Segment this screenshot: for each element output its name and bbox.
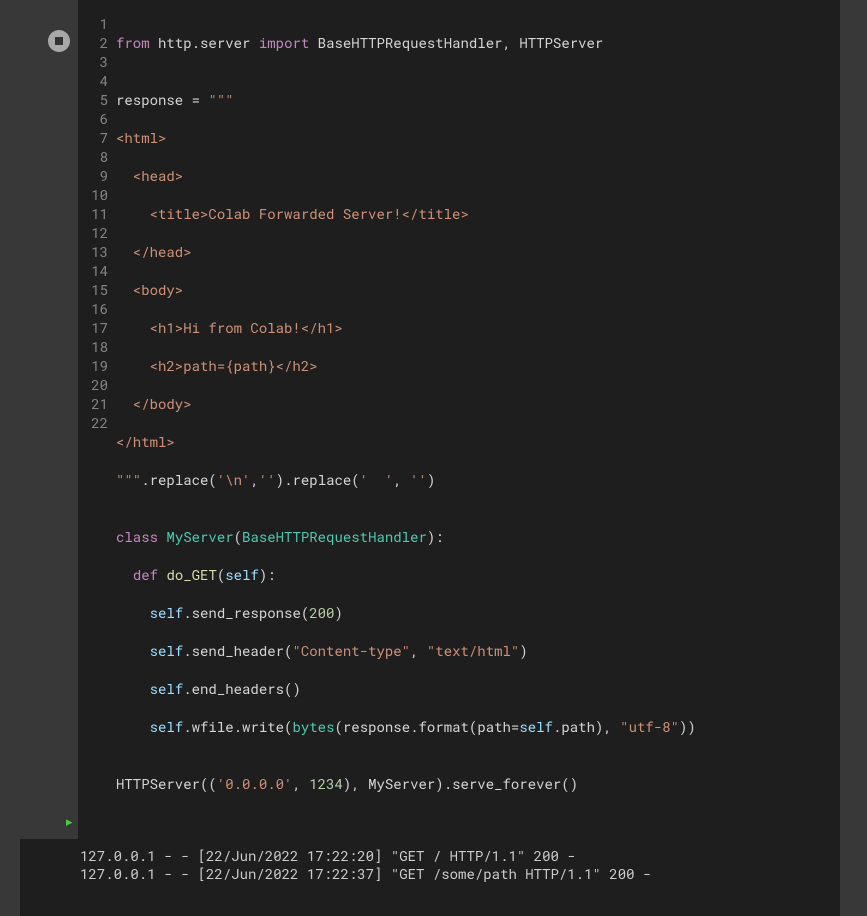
- line-number: 21: [84, 394, 108, 413]
- output-line: 127.0.0.1 - - [22/Jun/2022 17:22:37] "GE…: [80, 864, 651, 883]
- code-line: <h2>path={path}</h2>: [116, 356, 840, 375]
- code-line: </html>: [116, 432, 840, 451]
- line-number: 18: [84, 337, 108, 356]
- line-number: 17: [84, 318, 108, 337]
- code-line: response = """: [116, 90, 840, 109]
- line-number: 1: [84, 14, 108, 33]
- code-cell: ▸ 1 2 3 4 5 6 7 8 9 10 11 12 13 14 15 16…: [20, 0, 840, 916]
- line-number: 6: [84, 109, 108, 128]
- code-line: self.send_header("Content-type", "text/h…: [116, 641, 840, 660]
- line-number: 11: [84, 204, 108, 223]
- code-line: </head>: [116, 242, 840, 261]
- line-number: 14: [84, 261, 108, 280]
- output-line: 127.0.0.1 - - [22/Jun/2022 17:22:20] "GE…: [80, 846, 576, 865]
- code-content[interactable]: from http.server import BaseHTTPRequestH…: [116, 14, 840, 831]
- line-number: 13: [84, 242, 108, 261]
- code-line: class MyServer(BaseHTTPRequestHandler):: [116, 527, 840, 546]
- stop-icon: [55, 37, 63, 45]
- execution-arrow-icon: ▸: [66, 812, 73, 830]
- stop-execution-button[interactable]: [48, 30, 70, 52]
- line-number: 15: [84, 280, 108, 299]
- code-line: self.wfile.write(bytes(response.format(p…: [116, 717, 840, 736]
- cell-output: 127.0.0.1 - - [22/Jun/2022 17:22:20] "GE…: [20, 839, 840, 916]
- line-number: 2: [84, 33, 108, 52]
- cell-gutter: ▸: [20, 0, 78, 839]
- code-line: <html>: [116, 128, 840, 147]
- line-number: 5: [84, 90, 108, 109]
- line-number: 19: [84, 356, 108, 375]
- code-line: <head>: [116, 166, 840, 185]
- line-number: 20: [84, 375, 108, 394]
- line-number: 10: [84, 185, 108, 204]
- line-number: 9: [84, 166, 108, 185]
- code-line: <h1>Hi from Colab!</h1>: [116, 318, 840, 337]
- code-line: from http.server import BaseHTTPRequestH…: [116, 33, 840, 52]
- code-line: <title>Colab Forwarded Server!</title>: [116, 204, 840, 223]
- line-number: 4: [84, 71, 108, 90]
- line-number: 22: [84, 413, 108, 432]
- code-line: </body>: [116, 394, 840, 413]
- code-editor[interactable]: 1 2 3 4 5 6 7 8 9 10 11 12 13 14 15 16 1…: [78, 0, 840, 839]
- code-line: self.send_response(200): [116, 603, 840, 622]
- line-number: 12: [84, 223, 108, 242]
- line-number: 8: [84, 147, 108, 166]
- code-line: """.replace('\n','').replace(' ', ''): [116, 470, 840, 489]
- code-line: <body>: [116, 280, 840, 299]
- line-number: 16: [84, 299, 108, 318]
- line-number-gutter: 1 2 3 4 5 6 7 8 9 10 11 12 13 14 15 16 1…: [78, 14, 116, 831]
- line-number: 3: [84, 52, 108, 71]
- code-line: HTTPServer(('0.0.0.0', 1234), MyServer).…: [116, 774, 840, 793]
- code-cell-body: ▸ 1 2 3 4 5 6 7 8 9 10 11 12 13 14 15 16…: [20, 0, 840, 839]
- code-line: self.end_headers(): [116, 679, 840, 698]
- code-line: def do_GET(self):: [116, 565, 840, 584]
- line-number: 7: [84, 128, 108, 147]
